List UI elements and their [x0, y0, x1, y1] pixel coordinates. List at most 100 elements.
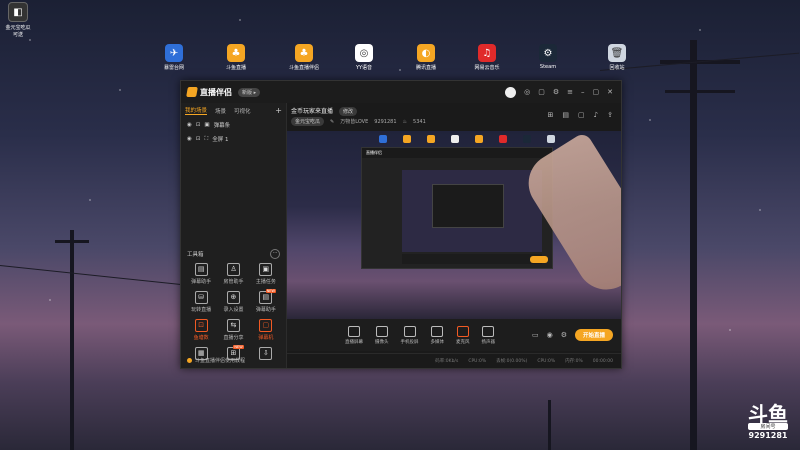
menu-icon[interactable]: ≡	[567, 88, 573, 96]
tool-label: 弹幕助手	[191, 279, 212, 285]
tab-scenes[interactable]: 场景	[215, 107, 226, 115]
tool-button[interactable]: ⇩	[250, 347, 282, 362]
stats-icon[interactable]: ▤	[562, 111, 569, 119]
preview-canvas[interactable]: 直播伴侣	[287, 131, 621, 319]
tencent-live-icon: ◐	[417, 44, 435, 62]
power-pole-right	[690, 40, 697, 450]
desktop-icon[interactable]: ✈ 暴雷台网	[152, 44, 196, 71]
status-item: CPU:0%	[468, 358, 487, 364]
scene-label: 全屏 1	[212, 137, 229, 143]
desktop-icon[interactable]: ◐ 腾讯直播	[404, 44, 448, 71]
maximize-icon[interactable]: ▢	[593, 88, 600, 96]
admin-icon: ♙	[226, 263, 240, 276]
minimize-icon[interactable]: –	[581, 88, 585, 96]
tool-button[interactable]: ⊕ 录入设置	[217, 291, 249, 313]
room-title-row: 金币玩家来直播 修改	[291, 106, 357, 116]
game-icon: ◧	[8, 2, 28, 22]
app-window: 直播伴侣 新版 ▸ ◎ ▢ ⚙ ≡ – ▢ ✕ 我的场景 场景 可视化 + ◉ …	[180, 80, 622, 369]
go-live-button[interactable]: 开始直播	[574, 329, 613, 341]
scene-tabs: 我的场景 场景 可视化 +	[181, 103, 286, 118]
version-badge[interactable]: 新版 ▸	[238, 87, 261, 97]
tool-button[interactable]: ▤ NEW 弹幕助手	[250, 289, 282, 313]
desktop-icon[interactable]: ♣ 斗鱼直播伴侣	[282, 44, 326, 71]
tab-visual[interactable]: 可视化	[234, 107, 251, 115]
lock-icon[interactable]: ⊡	[196, 136, 201, 142]
lock-icon[interactable]: ⊡	[196, 122, 201, 128]
toolbox-header: 工具箱 ···	[187, 249, 280, 259]
source-button[interactable]: 手机投屏	[401, 325, 419, 345]
tool-button[interactable]: ⇆ 直播分享	[217, 319, 249, 341]
task-icon: ▣	[259, 263, 273, 276]
tool-label: 弹幕助手	[255, 307, 276, 313]
tool-button[interactable]: ⊡ 鱼塘数	[185, 319, 217, 341]
eye-icon[interactable]: ◉	[187, 136, 192, 142]
avatar[interactable]	[505, 86, 517, 98]
scene-item[interactable]: ◉ ⊡ ⛶ 全屏 1	[181, 132, 286, 146]
source-button[interactable]: 麦克风	[456, 325, 470, 345]
recursive-preview	[402, 170, 542, 252]
control-bar: 直播屏幕 摄像头 手机投屏 多媒体 麦克风 扬声器 ▭ ◉ ⚙ 开始直播	[287, 319, 621, 351]
desktop-icon[interactable]: ◎ YY语音	[342, 44, 386, 71]
tutorial-label: 斗鱼直播伴侣使用教程	[195, 358, 246, 364]
tool-label: 鱼塘数	[193, 335, 209, 341]
viewer-count: 5341	[413, 118, 426, 125]
desktop-icon[interactable]: ♣ 斗鱼直播	[214, 44, 258, 71]
mini-icon	[379, 135, 387, 143]
sidebar: 我的场景 场景 可视化 + ◉ ⊡ ▣ 弹幕条 ◉ ⊡ ⛶ 全屏 1 工具箱 ·…	[181, 103, 287, 368]
gift-icon[interactable]: ⊞	[548, 111, 554, 119]
pond-icon: ⊡	[194, 319, 208, 332]
desktop-icon-topleft[interactable]: ◧ 金元宝吃瓜 可送	[0, 2, 36, 38]
record-icon: ⊕	[226, 291, 240, 304]
eye-icon[interactable]: ◉	[547, 331, 553, 339]
media-icon	[431, 325, 444, 337]
tool-button[interactable]: ▤ 弹幕助手	[185, 263, 217, 285]
tool-button[interactable]: ⛁ 玩转直播	[185, 291, 217, 313]
scene-label: 弹幕条	[213, 123, 231, 129]
message-icon[interactable]: ▢	[538, 88, 545, 96]
title-bar-controls: ◎ ▢ ⚙ ≡ – ▢ ✕	[505, 86, 613, 98]
douyu-small-icon	[187, 358, 192, 363]
bell-icon[interactable]: ♪	[594, 111, 598, 119]
more-icon[interactable]: ···	[270, 249, 280, 259]
status-item: 丢帧:0(0.00%)	[496, 359, 528, 364]
close-icon[interactable]: ✕	[607, 88, 613, 96]
source-button[interactable]: 直播屏幕	[345, 325, 363, 345]
power-pole-left-bar	[55, 240, 89, 243]
recursive-window: 直播伴侣	[361, 147, 553, 269]
tool-button[interactable]: ▣ 主播任务	[250, 263, 282, 285]
edit-title-button[interactable]: 修改	[338, 107, 357, 116]
danmaku-icon: ▤	[194, 263, 208, 276]
category-button[interactable]: 金元宝吃瓜	[291, 117, 325, 126]
power-pole-far	[548, 400, 551, 450]
edit-icon[interactable]: ✎	[330, 119, 334, 125]
status-item: 00:00:00	[592, 358, 613, 364]
tool-label: 录入设置	[223, 307, 244, 313]
source-button[interactable]: 扬声器	[481, 325, 496, 345]
douyu-logo-icon	[186, 87, 198, 97]
mini-icon	[451, 135, 459, 143]
settings-icon[interactable]: ⚙	[553, 88, 559, 96]
tutorial-link[interactable]: 斗鱼直播伴侣使用教程	[187, 357, 245, 364]
settings-icon[interactable]: ⚙	[561, 331, 567, 339]
toolbox-title: 工具箱	[187, 252, 204, 258]
desktop-icon-label: 斗鱼直播伴侣	[288, 65, 319, 71]
desktop-icon[interactable]: ♫ 网易云音乐	[465, 44, 509, 71]
source-button[interactable]: 多媒体	[431, 325, 444, 345]
scene-item[interactable]: ◉ ⊡ ▣ 弹幕条	[181, 118, 286, 132]
tool-label: 主播任务	[255, 279, 276, 285]
room-number: 9291281	[748, 431, 788, 440]
bag-icon[interactable]: ▢	[578, 111, 585, 119]
tab-my-scenes[interactable]: 我的场景	[185, 106, 208, 115]
source-button[interactable]: 摄像头	[375, 325, 389, 345]
add-scene-icon[interactable]: +	[275, 106, 282, 115]
skin-icon[interactable]: ◎	[524, 88, 530, 96]
eye-icon[interactable]: ◉	[187, 122, 192, 128]
tool-button[interactable]: ▢ 弹幕机	[250, 319, 282, 341]
desktop-icon[interactable]: 🗑 回收站	[595, 44, 639, 71]
tool-button[interactable]: ♙ 房管助手	[217, 263, 249, 285]
camera-settings-icon[interactable]: ▭	[532, 331, 539, 339]
source-label: 扬声器	[481, 339, 496, 345]
share-icon[interactable]: ⇪	[607, 111, 613, 119]
desktop-icon[interactable]: ⚙ Steam	[526, 44, 570, 70]
app-title: 直播伴侣	[200, 87, 232, 97]
